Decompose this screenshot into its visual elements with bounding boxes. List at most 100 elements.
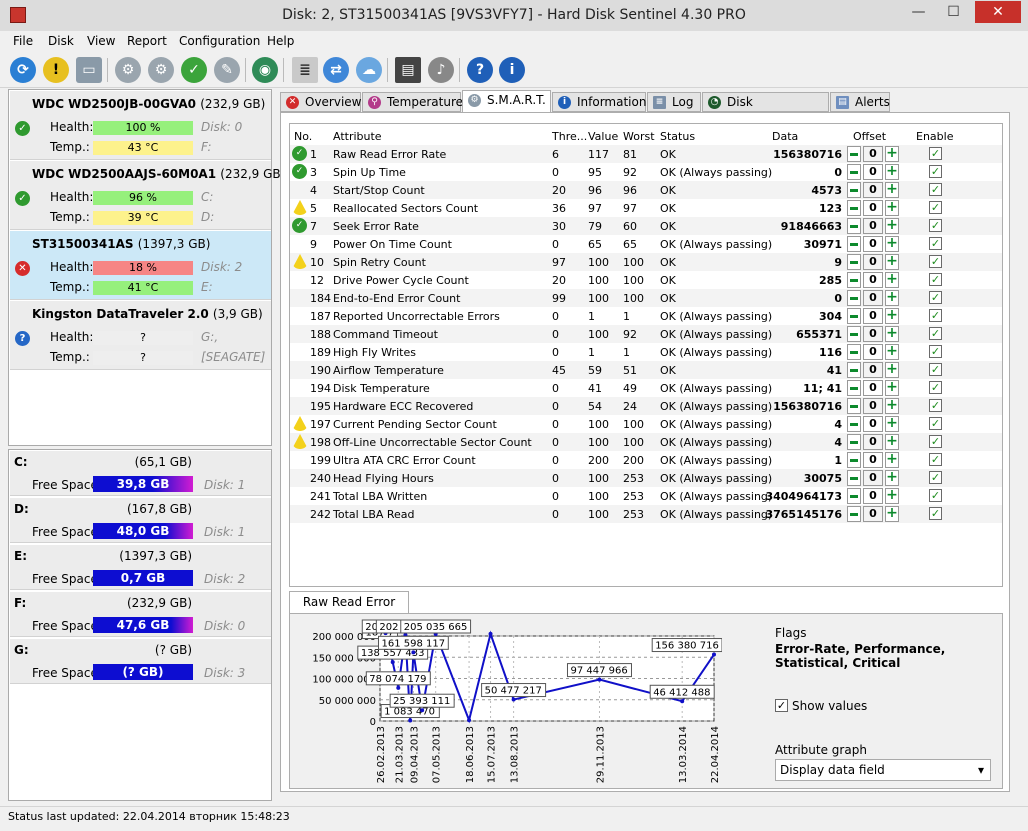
offset-value[interactable]: 0 [863,488,883,504]
tab-overview[interactable]: ✕ Overview [280,92,362,112]
tab-disk-performance[interactable]: ◔Disk Performance [702,92,829,127]
minus-icon[interactable] [847,434,861,450]
table-row[interactable]: 12 Drive Power Cycle Count 20 100 100 OK 285 0 +… [290,271,1002,289]
minus-icon[interactable] [847,182,861,198]
disk-card[interactable]: WDC WD2500JB-00GVA0 (232,9 GB) ✓ Health:… [10,91,271,160]
tab-temperature[interactable]: ⚲ Temperature [362,92,463,112]
menu-disk[interactable]: Disk [48,34,74,48]
minus-icon[interactable] [847,254,861,270]
enable-checkbox[interactable]: ✓ [929,399,942,412]
offset-value[interactable]: 0 [863,200,883,216]
minus-icon[interactable] [847,164,861,180]
plus-icon[interactable]: + [885,380,899,396]
surface-test-icon[interactable]: ⚙ [148,57,174,83]
table-row[interactable]: ✓ 1 Raw Read Error Rate 6 117 81 OK 156380716 0 +… [290,145,1002,163]
enable-checkbox[interactable]: ✓ [929,273,942,286]
minus-icon[interactable] [847,344,861,360]
enable-checkbox[interactable]: ✓ [929,201,942,214]
menu-help[interactable]: Help [267,34,294,48]
enable-checkbox[interactable]: ✓ [929,183,942,196]
check-icon[interactable]: ✓ [181,57,207,83]
plus-icon[interactable]: + [885,344,899,360]
plus-icon[interactable]: + [885,200,899,216]
enable-checkbox[interactable]: ✓ [929,363,942,376]
plus-icon[interactable]: + [885,326,899,342]
tab-log[interactable]: ≡ Log [647,92,701,112]
table-row[interactable]: 242 Total LBA Read 0 100 253 OK (Always passi… [290,505,1002,523]
offset-value[interactable]: 0 [863,326,883,342]
table-row[interactable]: 194 Disk Temperature 0 41 49 OK (Always passi… [290,379,1002,397]
partition-card[interactable]: G: (? GB) Free Space (? GB) Disk: 3 [10,639,271,684]
disk-card-selected[interactable]: ST31500341AS (1397,3 GB) ✕ Health: 18 % … [10,231,271,300]
col-enable[interactable]: Enable [916,130,953,143]
show-values-checkbox[interactable]: ✓ Show values [775,699,867,713]
partition-card[interactable]: C: (65,1 GB) Free Space 39,8 GB Disk: 1 [10,451,271,496]
table-row[interactable]: 240 Head Flying Hours 0 100 253 OK (Always pa… [290,469,1002,487]
alert-icon[interactable]: ! [43,57,69,83]
col-worst[interactable]: Worst [623,130,655,143]
refresh-icon[interactable]: ⟳ [10,57,36,83]
info-icon[interactable]: i [499,57,525,83]
col-offset[interactable]: Offset [853,130,886,143]
enable-checkbox[interactable]: ✓ [929,453,942,466]
test-icon[interactable]: ⚙ [115,57,141,83]
minus-icon[interactable] [847,272,861,288]
tools-icon[interactable]: ✎ [214,57,240,83]
col-attribute[interactable]: Attribute [333,130,382,143]
minus-icon[interactable] [847,506,861,522]
table-row[interactable]: 189 High Fly Writes 0 1 1 OK (Always passing)… [290,343,1002,361]
table-row[interactable]: 5 Reallocated Sectors Count 36 97 97 OK 123 0 + ✓ [290,199,1002,217]
help-icon[interactable]: ? [467,57,493,83]
menu-report[interactable]: Report [127,34,167,48]
enable-checkbox[interactable]: ✓ [929,507,942,520]
disk-icon[interactable]: ▭ [76,57,102,83]
plus-icon[interactable]: + [885,290,899,306]
table-row[interactable]: 199 Ultra ATA CRC Error Count 0 200 200 OK (A… [290,451,1002,469]
plus-icon[interactable]: + [885,434,899,450]
col-status[interactable]: Status [660,130,695,143]
enable-checkbox[interactable]: ✓ [929,147,942,160]
enable-checkbox[interactable]: ✓ [929,327,942,340]
table-row[interactable]: 184 End-to-End Error Count 99 100 100 OK 0 0 + ✓ [290,289,1002,307]
enable-checkbox[interactable]: ✓ [929,471,942,484]
offset-value[interactable]: 0 [863,218,883,234]
enable-checkbox[interactable]: ✓ [929,309,942,322]
backup-icon[interactable]: ⇄ [323,57,349,83]
offset-value[interactable]: 0 [863,164,883,180]
offset-value[interactable]: 0 [863,452,883,468]
monitor-icon[interactable]: ▤ [395,57,421,83]
minimize-button[interactable]: — [902,1,935,23]
enable-checkbox[interactable]: ✓ [929,237,942,250]
table-row[interactable]: ✓ 3 Spin Up Time 0 95 92 OK (Always passing) 0 0… [290,163,1002,181]
disk-card[interactable]: WDC WD2500AAJS-60M0A1 (232,9 GB) ✓ Healt… [10,161,285,230]
network-icon[interactable]: ☁ [356,57,382,83]
offset-value[interactable]: 0 [863,434,883,450]
table-row[interactable]: 4 Start/Stop Count 20 96 96 OK 4573 0 + ✓ [290,181,1002,199]
minus-icon[interactable] [847,308,861,324]
table-row[interactable]: 9 Power On Time Count 0 65 65 OK (Always pass… [290,235,1002,253]
plus-icon[interactable]: + [885,272,899,288]
plus-icon[interactable]: + [885,236,899,252]
enable-checkbox[interactable]: ✓ [929,345,942,358]
minus-icon[interactable] [847,398,861,414]
disk-card[interactable]: Kingston DataTraveler 2.0 (3,9 GB) ? Hea… [10,301,271,370]
attribute-graph-select[interactable]: Display data field ▾ [775,759,991,781]
table-row[interactable]: 188 Command Timeout 0 100 92 OK (Always passi… [290,325,1002,343]
enable-checkbox[interactable]: ✓ [929,219,942,232]
offset-value[interactable]: 0 [863,182,883,198]
plus-icon[interactable]: + [885,506,899,522]
offset-value[interactable]: 0 [863,236,883,252]
plus-icon[interactable]: + [885,146,899,162]
tab-information[interactable]: i Information [552,92,646,112]
offset-value[interactable]: 0 [863,470,883,486]
partition-card[interactable]: D: (167,8 GB) Free Space 48,0 GB Disk: 1 [10,498,271,543]
plus-icon[interactable]: + [885,164,899,180]
plus-icon[interactable]: + [885,254,899,270]
plus-icon[interactable]: + [885,218,899,234]
plus-icon[interactable]: + [885,182,899,198]
table-row[interactable]: ✓ 7 Seek Error Rate 30 79 60 OK 91846663 0 + ✓ [290,217,1002,235]
offset-value[interactable]: 0 [863,272,883,288]
enable-checkbox[interactable]: ✓ [929,417,942,430]
tab-alerts[interactable]: ▤ Alerts [830,92,890,112]
table-row[interactable]: 190 Airflow Temperature 45 59 51 OK 41 0 + ✓ [290,361,1002,379]
